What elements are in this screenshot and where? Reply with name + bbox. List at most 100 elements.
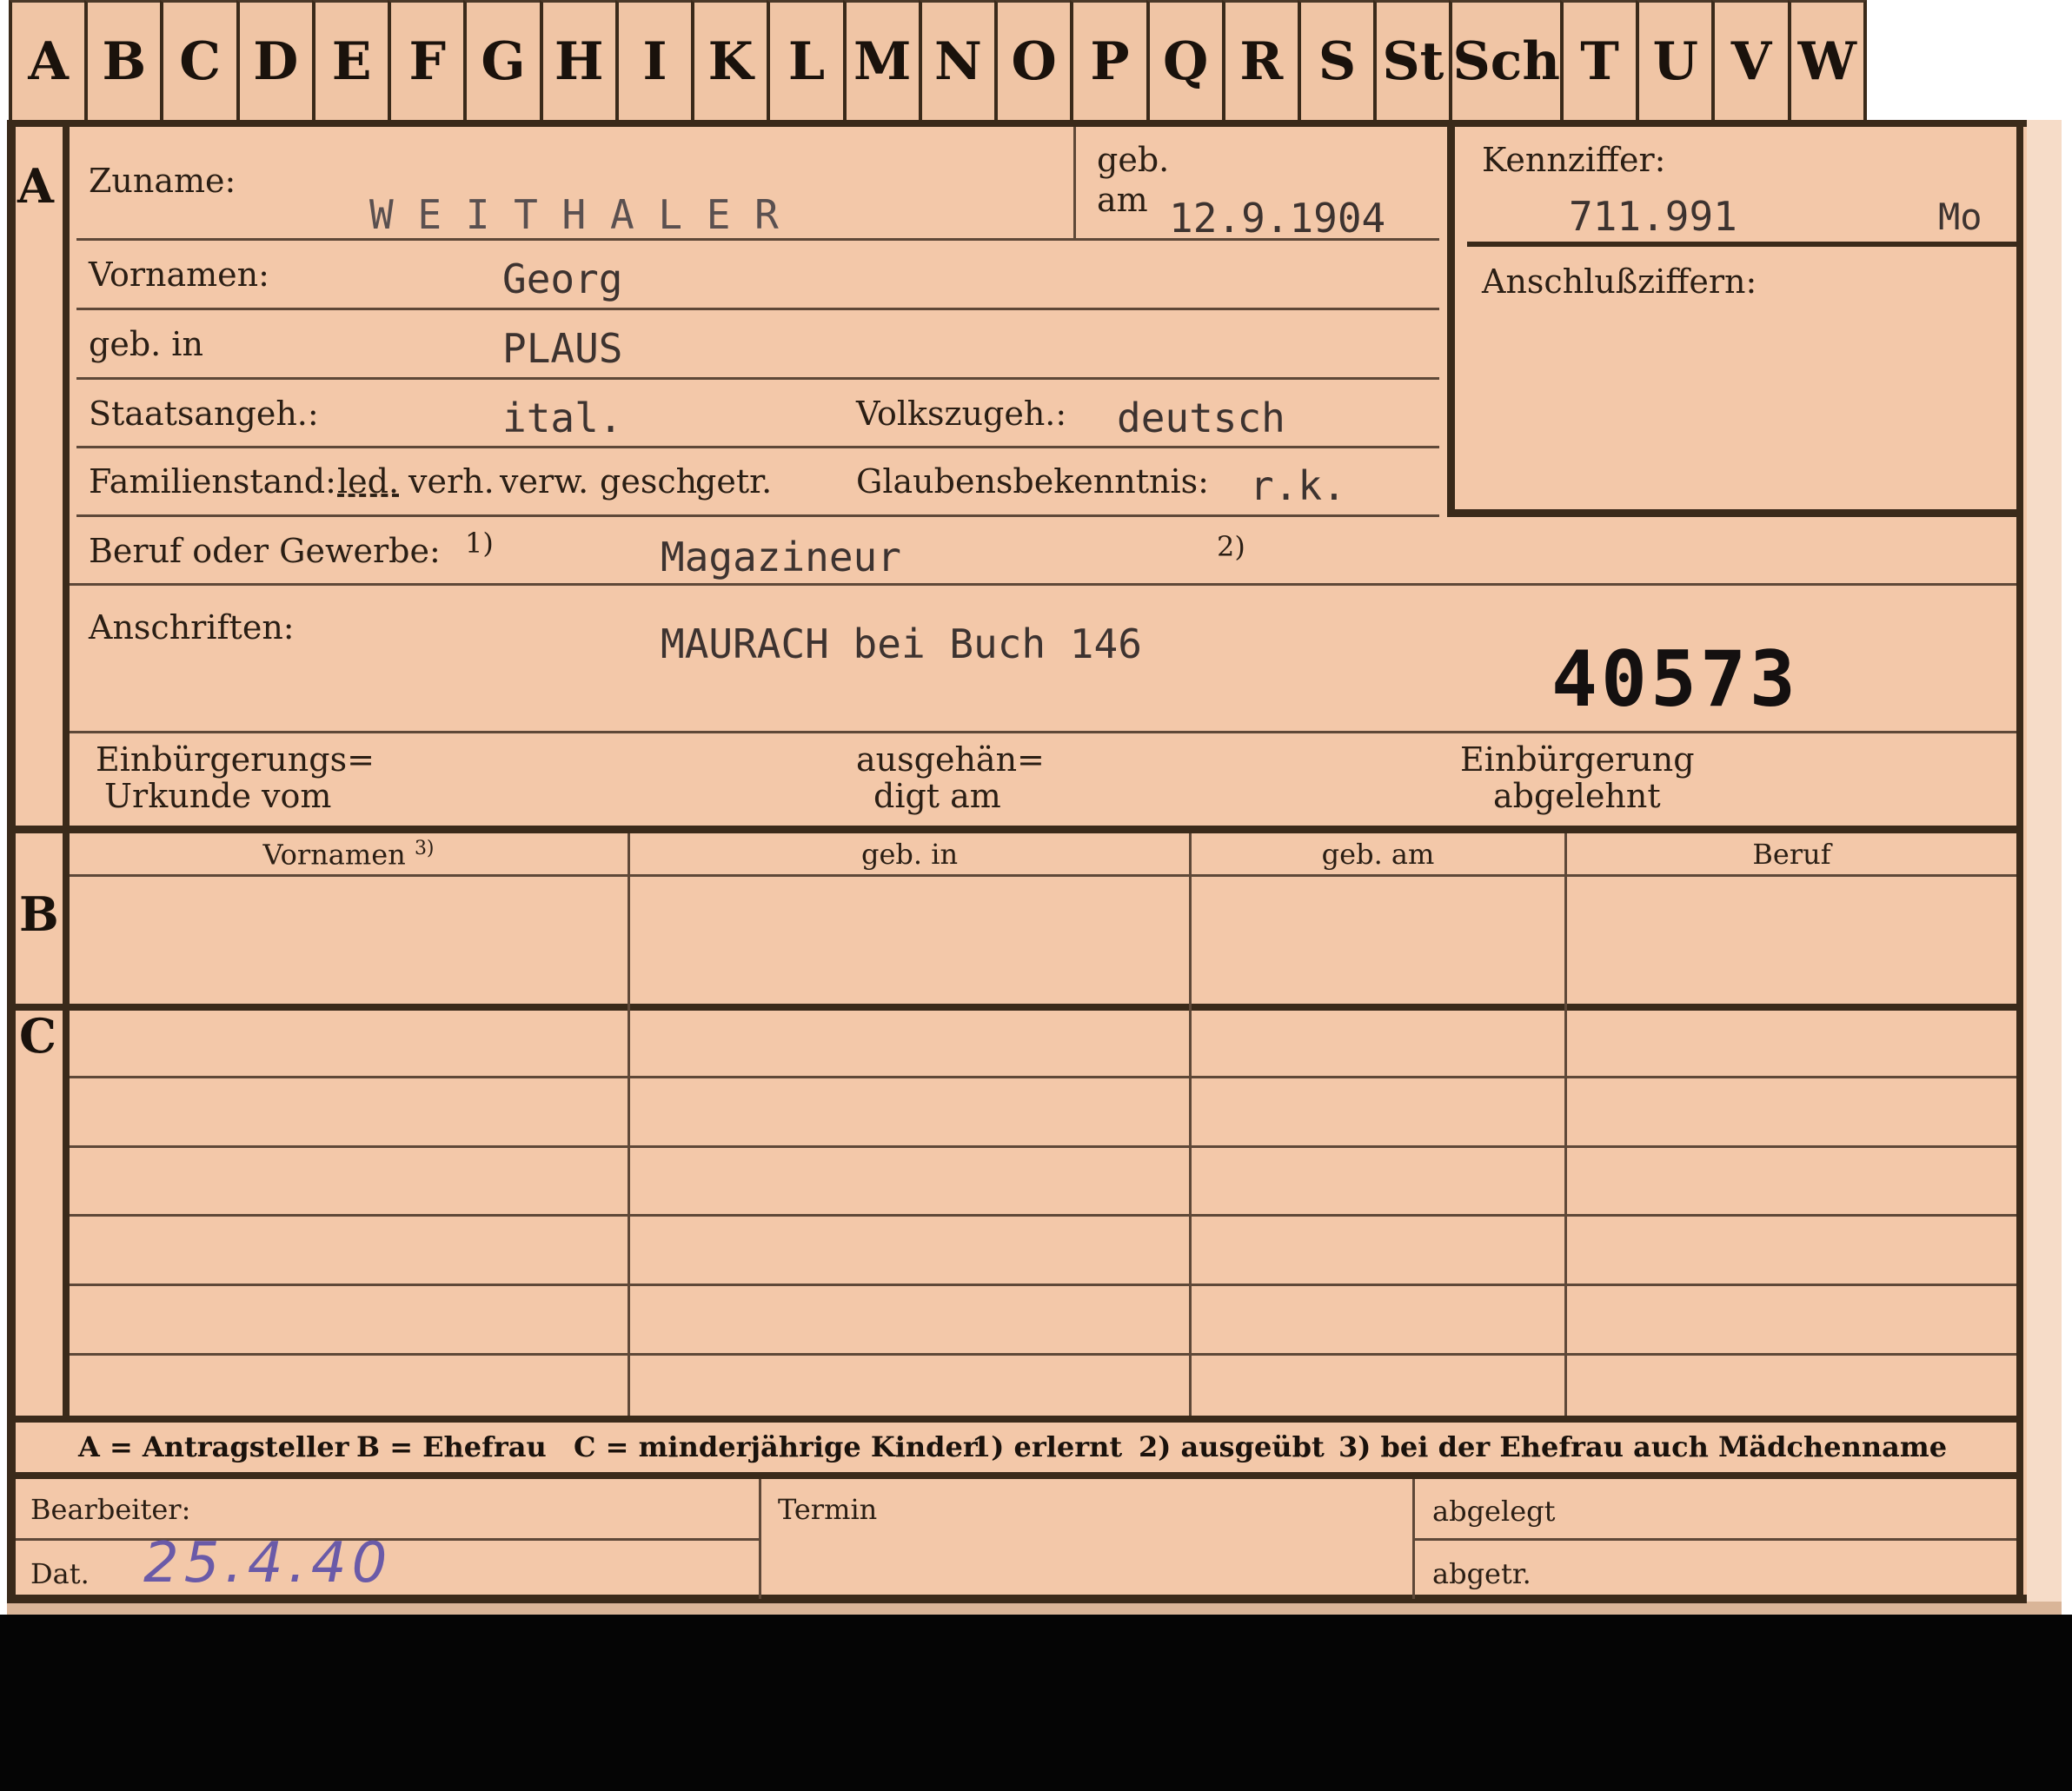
familienstand-label: Familienstand: — [89, 462, 336, 501]
kennziffer-box-bottom — [1447, 509, 2023, 517]
c-row-1 — [70, 1076, 2016, 1078]
zuname-label: Zuname: — [89, 162, 236, 200]
geb-am-value: 12.9.1904 — [1169, 195, 1386, 242]
row-line-6 — [70, 583, 2016, 586]
abgetr-label: abgetr. — [1432, 1557, 1531, 1590]
tab-c[interactable]: C — [160, 0, 236, 120]
tab-o[interactable]: O — [994, 0, 1071, 120]
left-border — [7, 120, 16, 1602]
tab-n[interactable]: N — [918, 0, 995, 120]
footer-line-right — [1415, 1538, 2016, 1541]
section-c-letter: C — [19, 1008, 56, 1064]
row-line-4 — [76, 446, 1439, 448]
tab-sch[interactable]: Sch — [1449, 0, 1560, 120]
tab-e[interactable]: E — [311, 0, 388, 120]
vornamen-value: Georg — [502, 255, 623, 302]
legend-note-3: 3) bei der Ehefrau auch Mädchenname — [1338, 1430, 1948, 1463]
tab-a[interactable]: A — [9, 0, 85, 120]
tab-h[interactable]: H — [539, 0, 615, 120]
section-b-bottom — [16, 1004, 2018, 1011]
am-label: am — [1097, 181, 1148, 219]
col-header-geb-am: geb. am — [1321, 838, 1435, 871]
tab-st[interactable]: St — [1373, 0, 1450, 120]
geb-in-value: PLAUS — [502, 325, 623, 372]
section-a-bottom — [16, 826, 2018, 833]
kennziffer-underline — [1467, 242, 2016, 247]
zuname-value: W E I T H A L E R — [369, 191, 779, 238]
einbuergerung-abgelehnt-label-1: Einbürgerung — [1460, 740, 1695, 779]
alphabet-tabs: A B C D E F G H I K L M N O P Q R S St Sch T U V W — [9, 0, 1867, 120]
c-row-2 — [70, 1145, 2016, 1148]
legend-note-1: 1) erlernt — [972, 1430, 1123, 1463]
tab-d[interactable]: D — [236, 0, 312, 120]
abgelegt-label: abgelegt — [1432, 1495, 1556, 1528]
tab-k[interactable]: K — [691, 0, 767, 120]
stamp-number: 40573 — [1551, 634, 1799, 724]
einbuergerungsurkunde-label-1: Einbürgerungs= — [96, 740, 375, 779]
staatsangeh-label: Staatsangeh.: — [89, 395, 319, 433]
anschriften-value: MAURACH bei Buch 146 — [661, 620, 1142, 667]
bottom-border — [7, 1595, 2027, 1603]
legend-b: B = Ehefrau — [356, 1430, 547, 1463]
anschriften-label: Anschriften: — [89, 608, 295, 647]
tab-g[interactable]: G — [463, 0, 540, 120]
col-divider-1 — [628, 833, 630, 1416]
tab-r[interactable]: R — [1221, 0, 1298, 120]
col-header-geb-in: geb. in — [860, 838, 959, 871]
legend-c: C = minderjährige Kinder — [574, 1430, 978, 1463]
col-divider-3 — [1564, 833, 1567, 1416]
section-column-divider — [63, 127, 70, 1422]
col-header-beruf: Beruf — [1752, 838, 1831, 871]
tab-l[interactable]: L — [767, 0, 843, 120]
kennziffer-value: 711.991 — [1569, 193, 1737, 240]
geb-label: geb. — [1097, 141, 1170, 179]
tab-f[interactable]: F — [388, 0, 464, 120]
familienstand-option-getr: getr. — [695, 462, 773, 501]
volkszugeh-value: deutsch — [1117, 395, 1285, 441]
einbuergerungsurkunde-label-2: Urkunde vom — [104, 777, 332, 815]
einbuergerung-abgelehnt-label-2: abgelehnt — [1493, 777, 1661, 815]
row-line-7 — [70, 731, 2016, 733]
row-line-3 — [76, 377, 1439, 380]
anschlussziffern-label: Anschlußziffern: — [1482, 262, 1757, 301]
tab-v[interactable]: V — [1711, 0, 1788, 120]
section-a-letter: A — [17, 158, 54, 214]
ausgehaendigt-label-2: digt am — [873, 777, 1001, 815]
right-border — [2016, 127, 2023, 1602]
kennziffer-label: Kennziffer: — [1482, 141, 1666, 179]
legend-a: A = Antragsteller — [78, 1430, 349, 1463]
tab-b[interactable]: B — [84, 0, 161, 120]
familienstand-option-gesch: gesch. — [600, 462, 708, 501]
legend-top — [16, 1416, 2018, 1423]
legend-bottom — [16, 1472, 2018, 1479]
table-header-line — [70, 874, 2016, 877]
tab-w[interactable]: W — [1787, 0, 1867, 120]
legend-note-2: 2) ausgeübt — [1139, 1430, 1325, 1463]
tab-p[interactable]: P — [1070, 0, 1146, 120]
col-divider-2 — [1189, 833, 1192, 1416]
kennziffer-suffix: Mo — [1938, 196, 1982, 238]
glaubens-value: r.k. — [1250, 462, 1346, 509]
tab-q[interactable]: Q — [1146, 0, 1222, 120]
tab-u[interactable]: U — [1636, 0, 1712, 120]
c-row-5 — [70, 1353, 2016, 1356]
tab-t[interactable]: T — [1559, 0, 1637, 120]
tab-m[interactable]: M — [842, 0, 919, 120]
beruf-note-1: 1) — [465, 527, 494, 560]
kennziffer-box-left — [1447, 127, 1455, 516]
tab-i[interactable]: I — [614, 0, 692, 120]
geb-am-divider — [1073, 127, 1076, 238]
bearbeiter-label: Bearbeiter: — [30, 1493, 191, 1526]
familienstand-option-verh: verh. — [408, 462, 495, 501]
tab-s[interactable]: S — [1297, 0, 1374, 120]
ausgehaendigt-label-1: ausgehän= — [856, 740, 1045, 779]
beruf-value: Magazineur — [661, 534, 901, 580]
dat-handwritten-value: 25.4.40 — [143, 1531, 393, 1595]
col-header-vornamen: Vornamen 3) — [262, 838, 435, 872]
card-edge — [2027, 120, 2062, 1615]
familienstand-option-led: led. — [337, 462, 400, 501]
background-dark — [0, 1615, 2072, 1791]
footer-divider-1 — [759, 1479, 761, 1599]
section-b-letter: B — [19, 886, 59, 942]
beruf-label: Beruf oder Gewerbe: — [89, 532, 441, 570]
